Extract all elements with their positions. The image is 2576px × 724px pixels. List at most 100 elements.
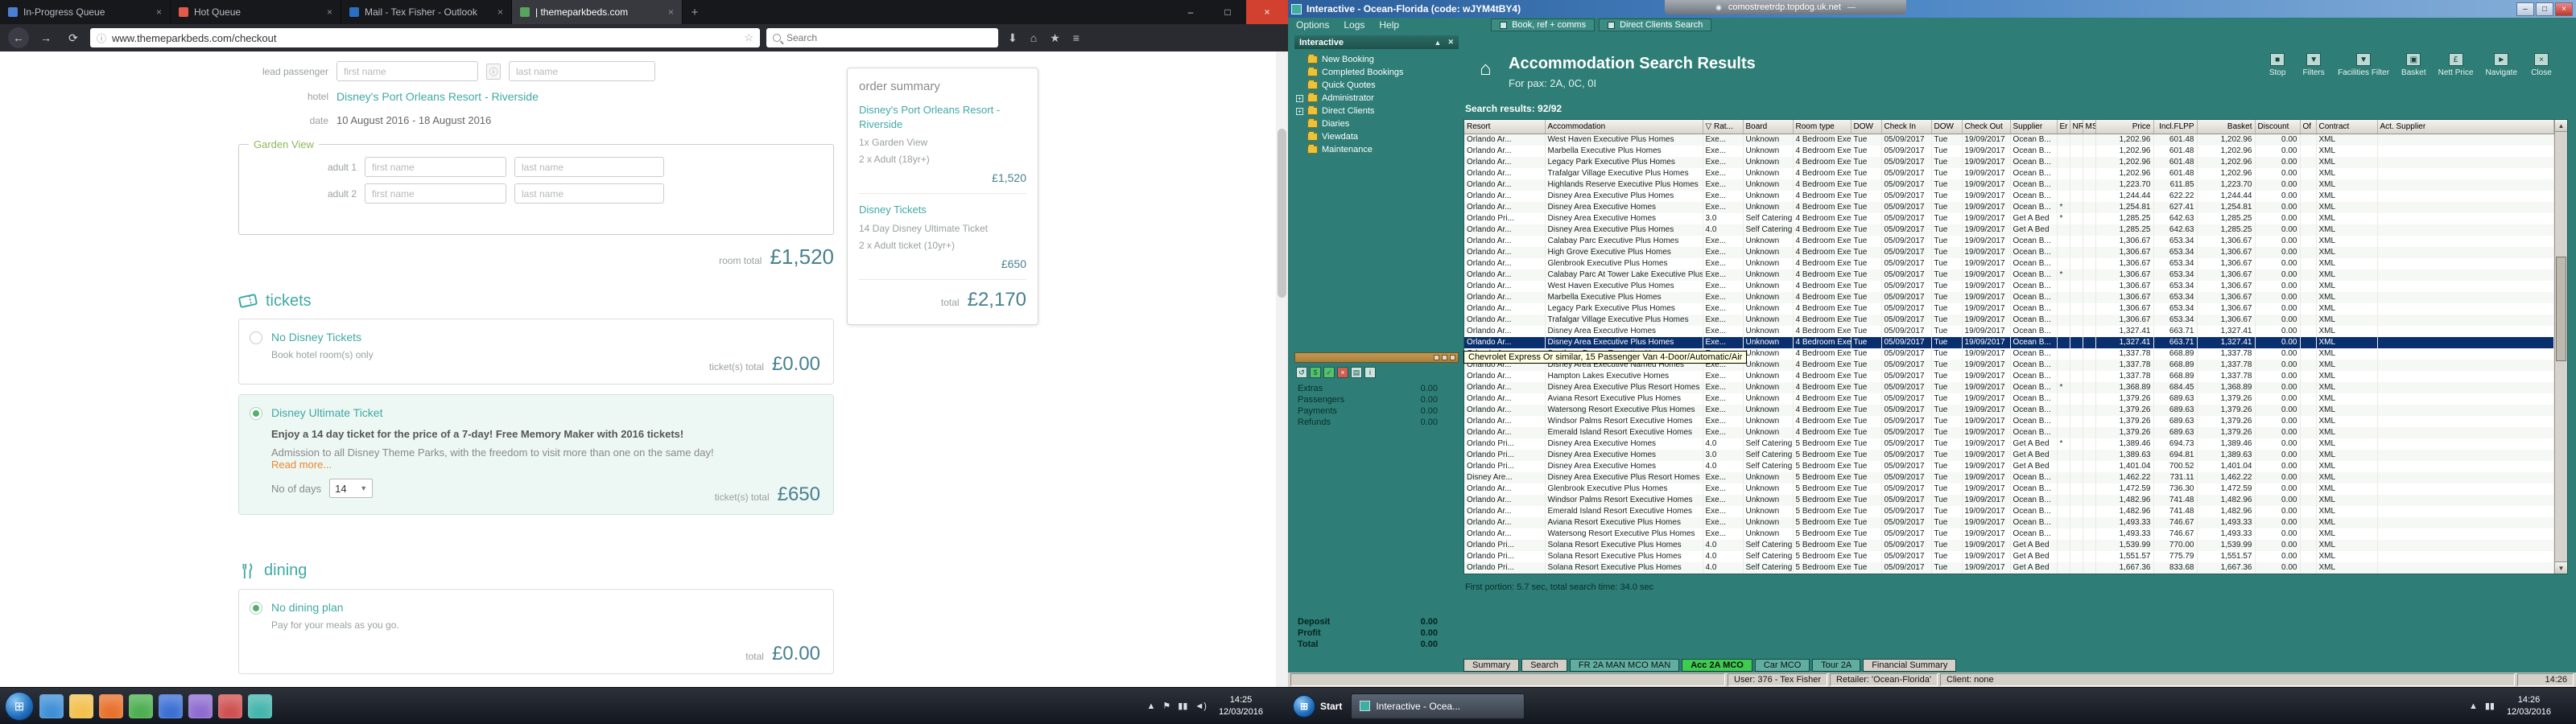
no-tickets-radio[interactable] <box>250 331 262 344</box>
result-row[interactable]: Orlando Ar... Trafalgar Village Executiv… <box>1464 167 2554 179</box>
tree-item[interactable]: + Quick Quotes <box>1296 79 1457 92</box>
booking-tab[interactable]: Financial Summary <box>1863 659 1957 672</box>
money-icon[interactable]: $ <box>1310 367 1321 378</box>
booking-tab[interactable]: Search <box>1521 659 1567 672</box>
cancel-cross-icon[interactable]: × <box>1337 367 1348 378</box>
volume-icon[interactable]: ◄) <box>1195 701 1207 711</box>
column-header[interactable]: Contract <box>2316 120 2378 134</box>
result-row[interactable]: Orlando Ar... Emerald Island Resort Exec… <box>1464 505 2554 517</box>
result-row[interactable]: Orlando Ar... Watersong Resort Executive… <box>1464 528 2554 540</box>
no-tickets-option[interactable]: No Disney Tickets Book hotel room(s) onl… <box>238 319 834 385</box>
home-icon[interactable]: ⌂ <box>1027 31 1040 44</box>
result-row[interactable]: Orlando Ar... Marbella Executive Plus Ho… <box>1464 145 2554 157</box>
adult2-first-name-input[interactable] <box>365 183 506 204</box>
browser-tab[interactable]: | themeparkbeds.com × <box>512 0 683 24</box>
result-row[interactable]: Orlando Ar... Disney Area Executive Plus… <box>1464 190 2554 202</box>
result-row[interactable]: Orlando Ar... Disney Area Executive Plus… <box>1464 224 2554 236</box>
column-header[interactable]: DOW <box>1931 120 1963 134</box>
toolbar-tool[interactable]: ▼ Facilities Filter <box>2338 53 2389 77</box>
result-row[interactable]: Orlando Ar... Marbella Executive Plus Ho… <box>1464 291 2554 303</box>
taskbar-app-icon[interactable] <box>69 693 93 718</box>
network-icon[interactable]: ▮▮ <box>1178 701 1187 711</box>
result-row[interactable]: Orlando Ar... Calabay Parc At Tower Lake… <box>1464 269 2554 281</box>
remote-taskbar-clock[interactable]: 14:26 12/03/2016 <box>2502 694 2556 718</box>
column-header[interactable]: Act. Supplier <box>2377 120 2554 134</box>
result-row[interactable]: Orlando Ar... West Haven Executive Plus … <box>1464 134 2554 146</box>
toolbar-tool[interactable]: ■ Stop <box>2265 53 2289 77</box>
adult2-last-name-input[interactable] <box>514 183 664 204</box>
booking-tab[interactable]: Acc 2A MCO <box>1682 659 1752 672</box>
menu-item[interactable]: Help <box>1379 19 1399 31</box>
page-info-icon[interactable]: ⓘ <box>97 31 106 45</box>
result-row[interactable]: Orlando Ar... Hampton Lakes Executive Ho… <box>1464 370 2554 382</box>
tree-item[interactable]: + Completed Bookings <box>1296 66 1457 79</box>
print-icon[interactable]: ▤ <box>1351 367 1362 378</box>
no-dining-option[interactable]: No dining plan Pay for your meals as you… <box>238 589 834 674</box>
panel-button-icon[interactable] <box>1450 355 1455 360</box>
column-header[interactable]: Of <box>2300 120 2317 134</box>
window-close-button[interactable]: × <box>1246 0 1288 24</box>
toolbar-tool[interactable]: ▣ Basket <box>2401 53 2426 77</box>
toolbar-tool[interactable]: × Close <box>2529 53 2553 77</box>
tree-item[interactable]: + Diaries <box>1296 117 1457 130</box>
result-row[interactable]: Orlando Ar... Glenbrook Executive Plus H… <box>1464 483 2554 495</box>
result-row[interactable]: Orlando Ar... High Grove Executive Plus … <box>1464 246 2554 258</box>
result-row[interactable]: Orlando Pri... Disney Area Executive Hom… <box>1464 449 2554 461</box>
start-button[interactable]: ⊞ <box>5 691 34 721</box>
result-row[interactable]: Orlando Pri... Solana Resort Executive P… <box>1464 539 2554 551</box>
taskbar-app-icon[interactable] <box>218 693 242 718</box>
result-row[interactable]: Orlando Ar... Disney Area Executive Home… <box>1464 325 2554 337</box>
rdp-minimize-icon[interactable]: — <box>1847 3 1856 12</box>
column-header[interactable]: Price <box>2095 120 2154 134</box>
ultimate-ticket-option[interactable]: Disney Ultimate Ticket Enjoy a 14 day ti… <box>238 394 834 515</box>
column-header[interactable]: NR <box>2070 120 2083 134</box>
result-row[interactable]: Orlando Ar... Aviana Resort Executive Pl… <box>1464 516 2554 529</box>
result-row[interactable]: Orlando Pri... Disney Area Executive Hom… <box>1464 460 2554 472</box>
panel-button-icon[interactable] <box>1434 355 1439 360</box>
tab-close-icon[interactable]: × <box>327 6 332 18</box>
taskbar-app-icon[interactable] <box>188 693 213 718</box>
hidden-icons-chevron-icon[interactable]: ▲ <box>1147 701 1156 711</box>
result-row[interactable]: Orlando Pri... Solana Resort Executive P… <box>1464 562 2554 574</box>
menu-item[interactable]: Options <box>1296 19 1329 31</box>
taskbar-app-icon[interactable] <box>248 693 272 718</box>
new-tab-button[interactable]: + <box>683 0 707 24</box>
column-header[interactable]: Board <box>1743 120 1794 134</box>
result-row[interactable]: Orlando Ar... Windsor Palms Resort Execu… <box>1464 415 2554 427</box>
browser-tab[interactable]: In-Progress Queue × <box>0 0 171 24</box>
result-row[interactable]: Orlando Pri... Disney Area Executive Hom… <box>1464 438 2554 450</box>
tree-collapse-icon[interactable]: ▲ <box>1435 39 1442 47</box>
browser-tab[interactable]: Mail - Tex Fisher - Outlook × <box>341 0 512 24</box>
column-header[interactable]: Check Out <box>1962 120 2011 134</box>
adult1-first-name-input[interactable] <box>365 157 506 177</box>
tab-close-icon[interactable]: × <box>668 6 674 18</box>
app-minimize-button[interactable]: – <box>2516 2 2534 16</box>
booking-tab[interactable]: Car MCO <box>1754 659 1810 672</box>
result-row[interactable]: Orlando Ar... Highlands Reserve Executiv… <box>1464 179 2554 191</box>
view-tab[interactable]: Book, ref + comms <box>1491 19 1596 31</box>
rdp-connection-bar[interactable]: ◉ comostreetrdp.topdog.uk.net — <box>1665 0 1906 14</box>
lead-first-name-input[interactable] <box>336 61 478 81</box>
view-tab[interactable]: Direct Clients Search <box>1599 19 1712 31</box>
menu-icon[interactable]: ≡ <box>1070 31 1083 44</box>
column-header[interactable]: Basket <box>2197 120 2256 134</box>
taskbar-app-icon[interactable] <box>159 693 183 718</box>
result-row[interactable]: Orlando Ar... Windsor Palms Resort Execu… <box>1464 494 2554 506</box>
column-header[interactable]: Er <box>2057 120 2070 134</box>
forward-button[interactable]: → <box>35 27 56 48</box>
column-header[interactable]: Supplier <box>2010 120 2058 134</box>
tree-expander-icon[interactable]: + <box>1296 94 1303 102</box>
remote-start-button[interactable]: ⊞ Start <box>1293 694 1345 718</box>
booking-tab[interactable]: Tour 2A <box>1812 659 1861 672</box>
days-select[interactable]: 14 ▼ <box>329 479 374 498</box>
result-row[interactable]: Orlando Ar... Disney Area Executive Home… <box>1464 201 2554 213</box>
column-header[interactable]: Incl.FLPP <box>2153 120 2198 134</box>
browser-tab[interactable]: Hot Queue × <box>171 0 341 24</box>
search-input[interactable] <box>786 32 992 43</box>
column-header[interactable]: MS <box>2083 120 2096 134</box>
tree-item[interactable]: + Maintenance <box>1296 143 1457 156</box>
column-header[interactable]: Discount <box>2255 120 2301 134</box>
taskbar-app-icon[interactable] <box>39 693 64 718</box>
adult1-last-name-input[interactable] <box>514 157 664 177</box>
taskbar-clock[interactable]: 14:25 12/03/2016 <box>1214 694 1268 718</box>
